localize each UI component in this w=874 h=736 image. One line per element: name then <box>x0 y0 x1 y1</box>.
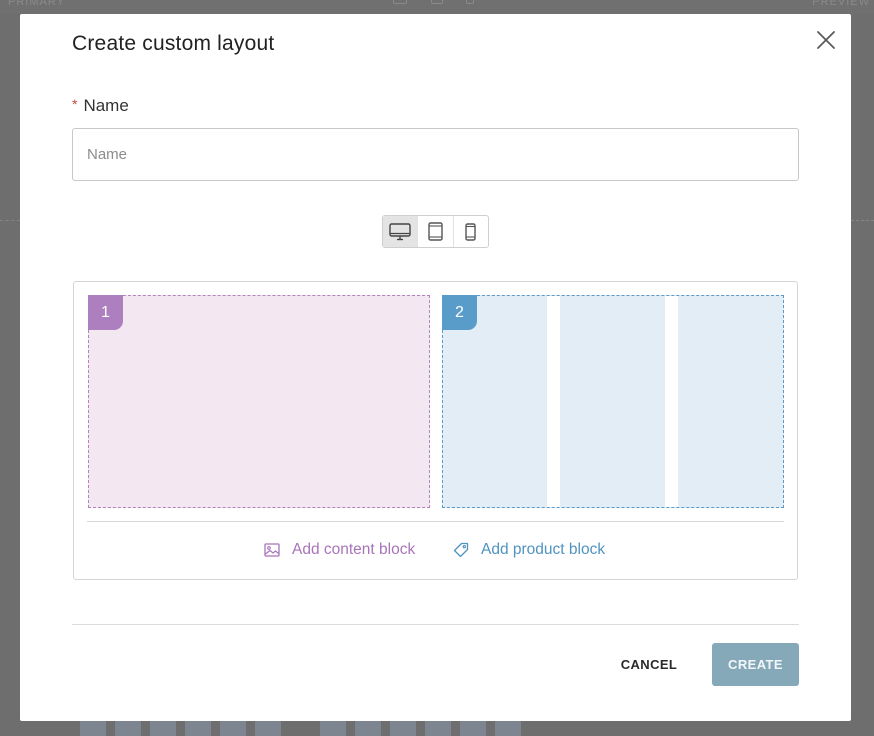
desktop-view-button[interactable] <box>383 216 418 247</box>
cancel-button[interactable]: CANCEL <box>610 643 688 686</box>
background-mobile-icon <box>466 0 474 4</box>
add-content-block-button[interactable]: Add content block <box>264 541 415 559</box>
content-block[interactable]: 1 <box>88 295 430 508</box>
background-desktop-icon <box>393 0 407 4</box>
name-label: * Name <box>72 96 129 116</box>
layout-preview-panel: 1 2 Add content block Add product block <box>73 281 798 580</box>
background-grid-strip <box>0 721 874 736</box>
background-tablet-icon <box>431 0 443 4</box>
desktop-icon <box>389 222 411 240</box>
add-product-block-label: Add product block <box>481 541 606 558</box>
panel-divider <box>87 521 784 522</box>
background-divider <box>851 220 874 221</box>
add-product-block-button[interactable]: Add product block <box>453 541 605 559</box>
tablet-icon <box>428 222 443 241</box>
tag-icon <box>453 542 469 558</box>
close-button[interactable] <box>815 29 837 51</box>
image-icon <box>264 543 280 557</box>
background-divider <box>0 220 20 221</box>
close-icon <box>817 31 835 49</box>
mobile-icon <box>465 222 477 241</box>
background-preview: PREVIEW <box>812 0 870 8</box>
background-label: PRIMARY <box>8 0 65 8</box>
product-column-gap <box>547 296 560 507</box>
required-marker: * <box>72 96 78 112</box>
product-block[interactable]: 2 <box>442 295 784 508</box>
name-label-text: Name <box>83 96 129 115</box>
device-toggle <box>382 215 489 248</box>
tablet-view-button[interactable] <box>417 216 452 247</box>
block-number-badge: 2 <box>442 295 477 330</box>
name-input[interactable] <box>72 128 799 181</box>
product-column-gap <box>665 296 678 507</box>
modal-title: Create custom layout <box>72 32 275 55</box>
create-layout-modal: Create custom layout * Name Name 1 2 Add… <box>20 14 851 721</box>
background-toolbar: PRIMARY PREVIEW <box>0 0 874 14</box>
footer-divider <box>72 624 799 625</box>
mobile-view-button[interactable] <box>452 216 488 247</box>
create-button[interactable]: CREATE <box>712 643 799 686</box>
add-content-block-label: Add content block <box>292 541 416 558</box>
block-number-badge: 1 <box>88 295 123 330</box>
